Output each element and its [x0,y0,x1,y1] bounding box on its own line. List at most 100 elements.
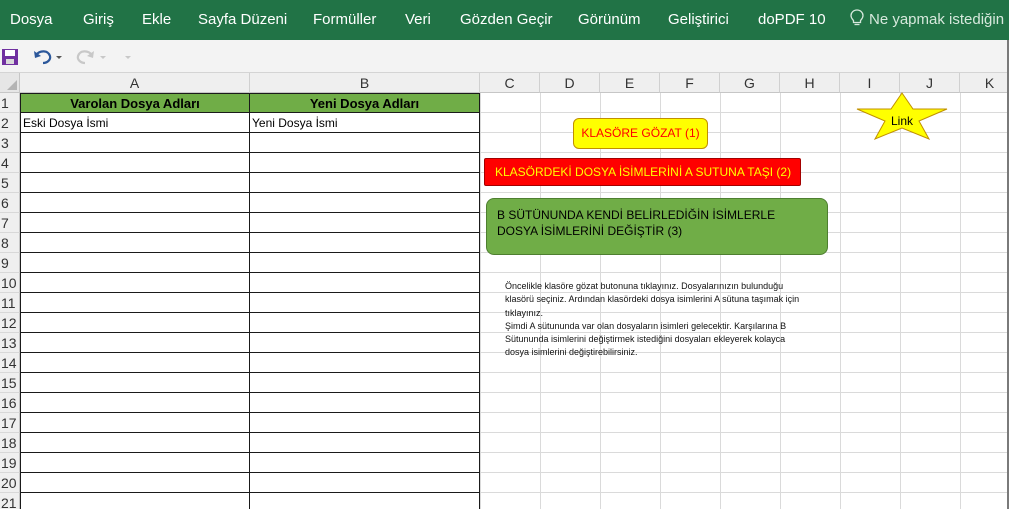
tab-formulas[interactable]: Formüller [313,0,376,40]
tab-page-layout[interactable]: Sayfa Düzeni [198,0,287,40]
tab-review[interactable]: Gözden Geçir [460,0,553,40]
row-header[interactable]: 20 [0,473,20,493]
link-label: Link [890,114,913,128]
cell-b-empty[interactable] [250,353,480,373]
row-header[interactable]: 21 [0,493,20,509]
cell-b-empty[interactable] [250,153,480,173]
cell-a1[interactable]: Varolan Dosya Adları [20,93,250,113]
cell-b-empty[interactable] [250,193,480,213]
tab-developer[interactable]: Geliştirici [668,0,729,40]
row-header[interactable]: 13 [0,333,20,353]
cell-a2[interactable]: Eski Dosya İsmi [20,113,250,133]
cell-b-empty[interactable] [250,313,480,333]
quick-access-toolbar [0,40,1009,73]
row-header[interactable]: 1 [0,93,20,113]
cell-a-empty[interactable] [20,153,250,173]
cell-b2[interactable]: Yeni Dosya İsmi [250,113,480,133]
row-header[interactable]: 4 [0,153,20,173]
row-header[interactable]: 12 [0,313,20,333]
row-header[interactable]: 6 [0,193,20,213]
cell-a-empty[interactable] [20,193,250,213]
tab-data[interactable]: Veri [405,0,431,40]
undo-button[interactable] [32,46,62,68]
cell-a-empty[interactable] [20,253,250,273]
cell-b-empty[interactable] [250,233,480,253]
column-header-c[interactable]: C [480,73,540,93]
cell-a-empty[interactable] [20,333,250,353]
move-file-names-button[interactable]: KLASÖRDEKİ DOSYA İSİMLERİNİ A SUTUNA TAŞ… [484,158,801,186]
redo-button[interactable] [76,46,106,68]
tab-dopdf[interactable]: doPDF 10 [758,0,826,40]
cell-b-empty[interactable] [250,133,480,153]
cell-b-empty[interactable] [250,393,480,413]
column-header-d[interactable]: D [540,73,600,93]
row-header[interactable]: 15 [0,373,20,393]
row-header[interactable]: 5 [0,173,20,193]
cell-a-empty[interactable] [20,413,250,433]
row-header[interactable]: 8 [0,233,20,253]
cell-b-empty[interactable] [250,473,480,493]
tab-view[interactable]: Görünüm [578,0,641,40]
column-header-a[interactable]: A [20,73,250,93]
tell-me-box[interactable]: Ne yapmak istediğin [850,0,1004,40]
cell-b-empty[interactable] [250,333,480,353]
tab-file[interactable]: Dosya [10,0,53,40]
cell-a-empty[interactable] [20,273,250,293]
cell-b-empty[interactable] [250,253,480,273]
row-header[interactable]: 16 [0,393,20,413]
cell-a-empty[interactable] [20,493,250,509]
lightbulb-icon [850,9,864,26]
cell-b-empty[interactable] [250,413,480,433]
cell-b-empty[interactable] [250,293,480,313]
cell-a-empty[interactable] [20,353,250,373]
cell-b-empty[interactable] [250,213,480,233]
instructions-text: Öncelikle klasöre gözat butonuna tıklayı… [505,281,800,358]
row-header[interactable]: 14 [0,353,20,373]
cell-a-empty[interactable] [20,473,250,493]
tab-home[interactable]: Giriş [83,0,114,40]
cell-a-empty[interactable] [20,233,250,253]
column-header-j[interactable]: J [900,73,960,93]
cell-a-empty[interactable] [20,453,250,473]
row-header[interactable]: 11 [0,293,20,313]
cell-a-empty[interactable] [20,133,250,153]
cell-a-empty[interactable] [20,313,250,333]
column-header-e[interactable]: E [600,73,660,93]
cell-a-empty[interactable] [20,213,250,233]
cell-b-empty[interactable] [250,453,480,473]
cell-a-empty[interactable] [20,173,250,193]
column-header-f[interactable]: F [660,73,720,93]
row-header[interactable]: 7 [0,213,20,233]
row-header[interactable]: 9 [0,253,20,273]
column-header-i[interactable]: I [840,73,900,93]
column-header-g[interactable]: G [720,73,780,93]
cell-a-empty[interactable] [20,393,250,413]
cell-a-empty[interactable] [20,293,250,313]
column-header-h[interactable]: H [780,73,840,93]
customize-toolbar-icon[interactable] [124,46,132,68]
row-header[interactable]: 3 [0,133,20,153]
cell-b-empty[interactable] [250,493,480,509]
cell-b-empty[interactable] [250,373,480,393]
browse-folder-button[interactable]: KLASÖRE GÖZAT (1) [573,118,708,149]
cell-b-empty[interactable] [250,173,480,193]
save-button[interactable] [1,46,19,68]
cell-a-empty[interactable] [20,373,250,393]
cell-b-empty[interactable] [250,273,480,293]
row-header[interactable]: 17 [0,413,20,433]
link-star-button[interactable]: Link [855,92,949,140]
cell-b1[interactable]: Yeni Dosya Adları [250,93,480,113]
row-header[interactable]: 2 [0,113,20,133]
rename-files-button[interactable]: B SÜTÜNUNDA KENDİ BELİRLEDİĞİN İSİMLERLE… [486,198,828,255]
cell-a-empty[interactable] [20,433,250,453]
redo-icon [76,50,106,65]
save-icon [2,49,18,65]
column-header-b[interactable]: B [250,73,480,93]
cell-b-empty[interactable] [250,433,480,453]
tab-insert[interactable]: Ekle [142,0,171,40]
column-header-k[interactable]: K [960,73,1009,93]
row-header[interactable]: 10 [0,273,20,293]
row-header[interactable]: 19 [0,453,20,473]
select-all-corner[interactable] [0,73,20,93]
row-header[interactable]: 18 [0,433,20,453]
